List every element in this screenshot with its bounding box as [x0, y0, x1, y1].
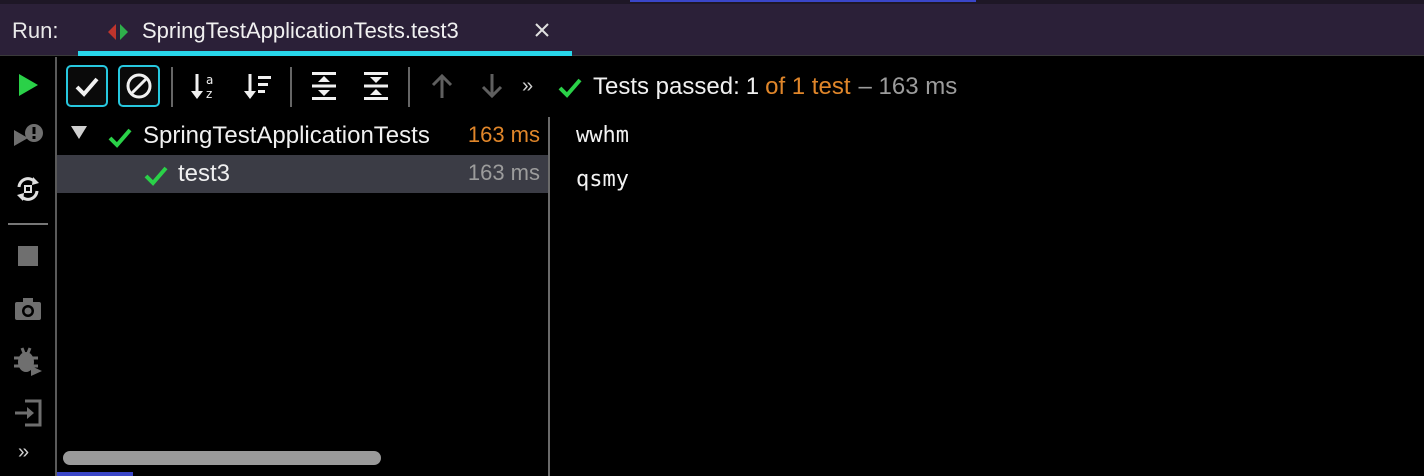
total-count: of 1 test [765, 73, 851, 100]
sort-duration-icon [244, 74, 271, 99]
suite-duration: 163 ms [467, 122, 540, 147]
run-tab[interactable]: SpringTestApplicationTests.test3 [78, 8, 572, 56]
checkmark-icon [558, 78, 582, 98]
checkmark-icon [144, 166, 168, 186]
console-line: wwhm [576, 123, 629, 148]
console-line: qsmy [576, 167, 629, 192]
expand-all-button[interactable] [303, 65, 345, 107]
collapse-arrow-icon[interactable] [71, 126, 87, 139]
auto-test-icon [17, 177, 39, 201]
toolbar-divider [8, 223, 48, 225]
active-tab-indicator [78, 51, 572, 56]
svg-text:a: a [206, 73, 213, 87]
arrow-up-icon [431, 73, 453, 98]
previous-test-button[interactable] [421, 65, 463, 107]
test-duration: 163 ms [467, 160, 540, 185]
bug-icon [14, 347, 42, 376]
title-strip [0, 0, 1424, 4]
console-output[interactable]: wwhm qsmy [550, 117, 1424, 476]
toolbar-separator [290, 67, 292, 107]
camera-icon [15, 298, 41, 320]
toggle-auto-test-button[interactable] [12, 173, 44, 205]
svg-text:z: z [206, 87, 212, 101]
collapse-all-button[interactable] [355, 65, 397, 107]
run-tool-window-header: Run: SpringTestApplicationTests.test3 [0, 0, 1424, 56]
show-passed-toggle[interactable] [66, 65, 108, 107]
collapse-all-icon [364, 72, 388, 100]
test-name: test3 [178, 160, 231, 187]
total-duration: – 163 ms [858, 73, 958, 100]
play-icon [19, 74, 38, 96]
checkmark-icon [108, 128, 132, 148]
suite-name: SpringTestApplicationTests [143, 122, 430, 149]
title-strip-accent [630, 0, 976, 2]
tree-row-suite[interactable]: SpringTestApplicationTests 163 ms [57, 117, 548, 155]
exit-button[interactable] [12, 397, 44, 429]
close-icon[interactable] [533, 21, 551, 39]
arrow-down-icon [481, 74, 503, 99]
checkmark-icon [75, 77, 99, 97]
exit-icon [15, 399, 42, 427]
tree-row-test[interactable]: test3 163 ms [57, 155, 548, 193]
bottom-accent [57, 472, 133, 476]
test-runner-toolbar: a z » Tests passed: 1 of 1 test – 163 ms [57, 57, 1424, 117]
more-actions-button[interactable]: » [18, 441, 29, 464]
dump-threads-button[interactable] [12, 293, 44, 325]
show-ignored-toggle[interactable] [118, 65, 160, 107]
run-config-icon [108, 24, 128, 40]
debug-button[interactable] [12, 345, 44, 377]
test-tree: SpringTestApplicationTests 163 ms test3 … [57, 117, 548, 476]
run-label: Run: [12, 18, 59, 43]
sort-alpha-icon: a z [191, 73, 213, 101]
stop-button[interactable] [12, 240, 44, 272]
passed-count: 1 [745, 73, 760, 100]
stop-icon [18, 246, 38, 266]
status-label: Tests passed: [593, 73, 740, 100]
toolbar-separator [171, 67, 173, 107]
run-tab-title: SpringTestApplicationTests.test3 [142, 18, 459, 43]
sort-by-duration-button[interactable] [237, 65, 279, 107]
expand-all-icon [312, 72, 336, 100]
toolbar-separator [408, 67, 410, 107]
test-status: Tests passed: 1 of 1 test – 163 ms [557, 70, 957, 104]
rerun-button[interactable] [12, 69, 44, 101]
rerun-failed-icon [14, 124, 43, 146]
next-test-button[interactable] [471, 65, 513, 107]
horizontal-scrollbar[interactable] [63, 451, 381, 465]
more-actions-button[interactable]: » [522, 75, 533, 98]
run-side-toolbar: » [0, 57, 57, 476]
sort-alphabetically-button[interactable]: a z [184, 65, 226, 107]
rerun-failed-button[interactable] [12, 121, 44, 153]
ignored-icon [126, 73, 152, 99]
